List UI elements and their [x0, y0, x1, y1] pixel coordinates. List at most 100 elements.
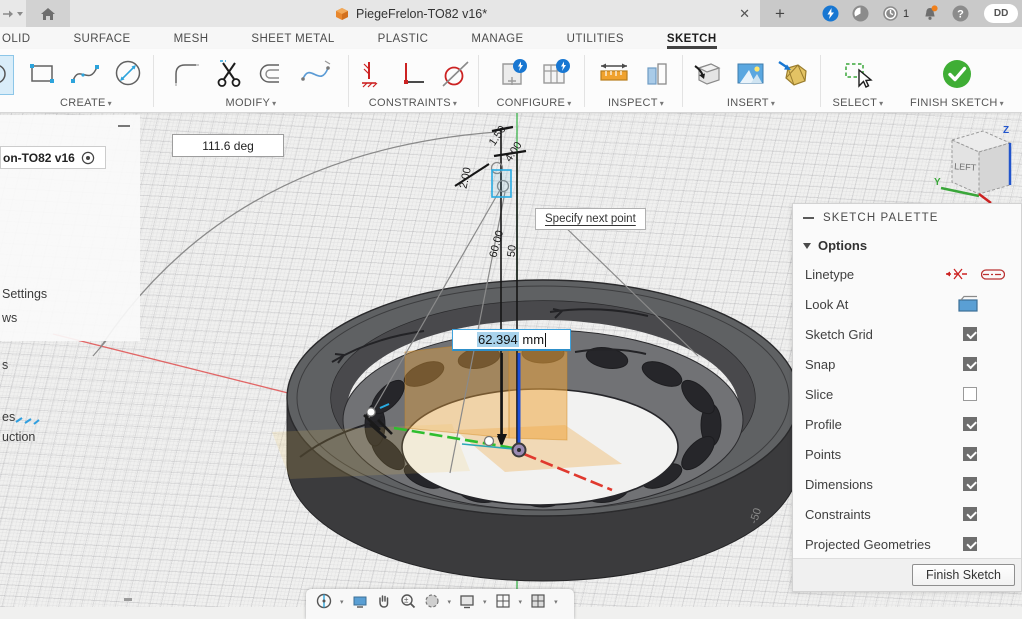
offset-tool-icon[interactable] — [255, 56, 291, 92]
trim-scissors-icon[interactable] — [212, 56, 248, 92]
tab-sheet-metal[interactable]: SHEET METAL — [251, 33, 334, 49]
centerline-linetype-icon[interactable] — [981, 265, 1005, 283]
dropdown-caret-icon: ▾ — [272, 99, 276, 108]
document-tab[interactable]: PiegeFrelon-TO82 v16* ✕ — [70, 0, 760, 27]
dropdown-caret-icon[interactable]: ▾ — [483, 598, 487, 606]
palette-footer: Finish Sketch — [793, 558, 1021, 591]
palette-row-profile: Profile — [793, 409, 1021, 439]
tab-surface[interactable]: SURFACE — [73, 33, 130, 49]
new-tab-button[interactable]: + — [760, 0, 800, 27]
insert-menu[interactable]: INSERT▾ — [727, 97, 775, 109]
extensions-icon[interactable] — [822, 5, 839, 22]
history-icon[interactable] — [852, 5, 869, 22]
fixed-constraint-icon[interactable] — [352, 56, 388, 92]
decal-insert-icon[interactable] — [690, 56, 726, 92]
sketch-grid-checkbox[interactable] — [963, 327, 977, 341]
select-menu[interactable]: SELECT▾ — [833, 97, 884, 109]
group-select: SELECT▾ — [826, 53, 890, 109]
finish-sketch-check-icon[interactable] — [939, 56, 975, 92]
browser-item-views[interactable]: ws — [2, 311, 17, 325]
close-tab-icon[interactable]: ✕ — [739, 7, 750, 20]
points-checkbox[interactable] — [963, 447, 977, 461]
snap-checkbox[interactable] — [963, 357, 977, 371]
dimensions-checkbox[interactable] — [963, 477, 977, 491]
dropdown-caret-icon: ▾ — [108, 99, 112, 108]
tangent-constraint-icon[interactable] — [438, 56, 474, 92]
configure-table-icon[interactable] — [538, 56, 574, 92]
modify-menu[interactable]: MODIFY▾ — [226, 97, 277, 109]
browser-panel: on-TO82 v16 Settings ws s es uction — [0, 115, 140, 341]
group-configure: CONFIGURE▾ — [486, 53, 582, 109]
group-finish-sketch: FINISH SKETCH▾ — [902, 53, 1012, 109]
dropdown-caret-icon[interactable]: ▾ — [340, 598, 344, 606]
help-icon[interactable]: ? — [952, 5, 969, 22]
clipped-ui-mark — [124, 598, 132, 601]
titlebar-icons: 1 ? DD — [800, 0, 1022, 27]
angle-dimension-label[interactable]: 111.6 deg — [172, 134, 284, 157]
redo-arrow-icon[interactable] — [2, 9, 14, 19]
tab-manage[interactable]: MANAGE — [471, 33, 523, 49]
tab-plastic[interactable]: PLASTIC — [378, 33, 429, 49]
palette-row-snap: Snap — [793, 349, 1021, 379]
circle-diameter-tool-icon[interactable] — [111, 56, 147, 92]
constraints-menu[interactable]: CONSTRAINTS▾ — [369, 97, 457, 109]
user-avatar[interactable]: DD — [984, 4, 1018, 23]
finish-sketch-button[interactable]: Finish Sketch — [912, 564, 1015, 586]
options-expander-icon[interactable] — [803, 243, 811, 249]
dropdown-caret-icon: ▾ — [1000, 99, 1004, 108]
group-inspect: INSPECT▾ — [590, 53, 682, 109]
dropdown-caret-icon[interactable]: ▾ — [448, 598, 452, 606]
tab-utilities[interactable]: UTILITIES — [567, 33, 624, 49]
tab-mesh[interactable]: MESH — [174, 33, 209, 49]
radio-visibility-icon[interactable] — [81, 151, 95, 165]
notifications-bell-icon[interactable] — [922, 5, 939, 22]
nav-history-controls[interactable] — [0, 0, 26, 27]
spline-tool-icon[interactable] — [68, 56, 104, 92]
look-at-icon[interactable] — [957, 295, 979, 313]
home-icon[interactable] — [40, 7, 56, 21]
profile-checkbox[interactable] — [963, 417, 977, 431]
fillet-tool-icon[interactable] — [169, 56, 205, 92]
section-analysis-icon[interactable] — [640, 56, 676, 92]
selected-value: 62.394 — [477, 332, 519, 347]
active-line-tool-partial[interactable] — [0, 55, 14, 95]
slice-checkbox[interactable] — [963, 387, 977, 401]
palette-title: SKETCH PALETTE — [823, 212, 939, 224]
edit-spline-tool-icon[interactable] — [298, 56, 334, 92]
measure-tool-icon[interactable] — [597, 56, 633, 92]
tab-solid[interactable]: OLID — [2, 33, 30, 49]
dropdown-caret-icon[interactable]: ▾ — [519, 598, 523, 606]
browser-root-item[interactable]: on-TO82 v16 — [0, 146, 106, 169]
options-section-header[interactable]: Options — [793, 232, 1021, 259]
palette-collapse-icon[interactable] — [803, 217, 814, 219]
construction-linetype-icon[interactable] — [945, 265, 971, 283]
dimension-50[interactable]: 50 — [506, 244, 519, 257]
select-tool-icon[interactable] — [840, 56, 876, 92]
configure-part-icon[interactable] — [495, 56, 531, 92]
nav-dropdown-icon[interactable] — [16, 11, 24, 17]
configure-menu[interactable]: CONFIGURE▾ — [496, 97, 571, 109]
viewcube[interactable]: LEFT Z Y — [933, 115, 1021, 210]
browser-collapse-icon[interactable] — [118, 125, 130, 127]
create-menu[interactable]: CREATE▾ — [60, 97, 112, 109]
browser-item-construction[interactable]: uction — [2, 430, 35, 444]
dropdown-caret-icon: ▾ — [771, 99, 775, 108]
rectangle-tool-icon[interactable] — [25, 56, 61, 92]
perpendicular-constraint-icon[interactable] — [395, 56, 431, 92]
viewcube-face-label[interactable]: LEFT — [954, 161, 977, 173]
browser-item-settings[interactable]: Settings — [2, 287, 47, 301]
projected-geometries-checkbox[interactable] — [963, 537, 977, 551]
document-cube-icon — [335, 7, 349, 21]
insert-mesh-icon[interactable] — [776, 56, 812, 92]
inspect-menu[interactable]: INSPECT▾ — [608, 97, 664, 109]
home-tab[interactable] — [26, 0, 70, 27]
browser-item-s[interactable]: s — [2, 358, 8, 372]
dropdown-caret-icon[interactable]: ▾ — [554, 598, 558, 606]
tab-sketch[interactable]: SKETCH — [667, 33, 717, 49]
face-highlight — [272, 424, 470, 479]
job-status-icon[interactable] — [882, 5, 899, 22]
constraints-checkbox[interactable] — [963, 507, 977, 521]
dimension-value-input[interactable]: 62.394 mm — [452, 329, 571, 351]
finish-sketch-menu[interactable]: FINISH SKETCH▾ — [910, 97, 1004, 109]
canvas-image-icon[interactable] — [733, 56, 769, 92]
